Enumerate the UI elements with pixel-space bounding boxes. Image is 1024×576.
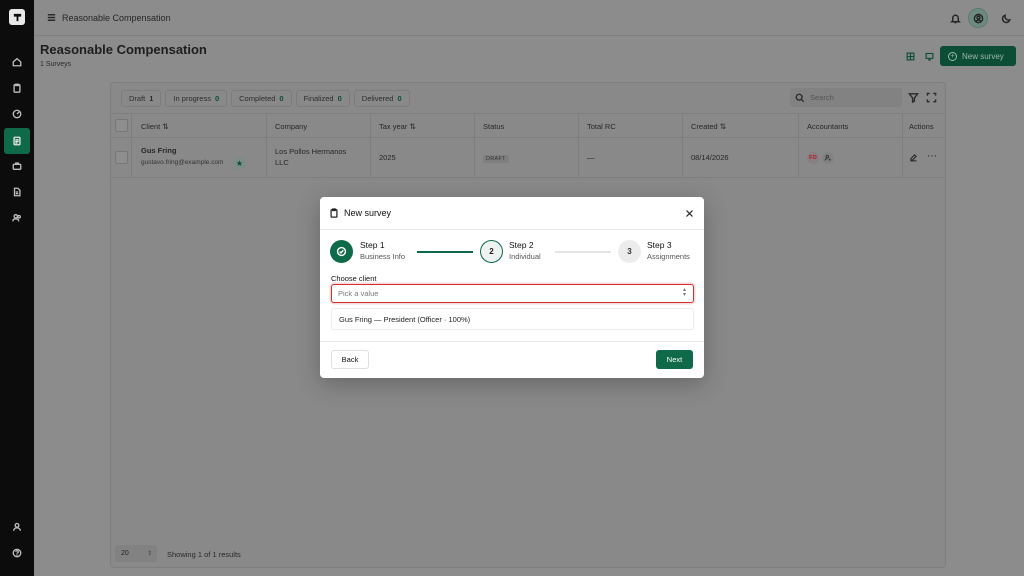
page-size-value: 20 (121, 550, 129, 557)
client-email: gustavo.fring@example.com (141, 159, 224, 166)
bell-icon[interactable] (945, 8, 965, 28)
edit-icon[interactable] (909, 153, 918, 164)
accountant-avatar[interactable]: FO (807, 152, 819, 164)
page-title: Reasonable Compensation (40, 42, 207, 57)
tab-label: Finalized (303, 94, 334, 103)
step-2-title: Step 2 (509, 240, 534, 250)
step-1-subtitle: Business Info (360, 252, 406, 261)
list-view-icon[interactable] (921, 48, 937, 64)
menu-icon[interactable] (46, 12, 57, 23)
client-options-list: Gus Fring — President (Officer · 100%) (331, 308, 694, 330)
table-header: Client ⇅ Company Tax year ⇅ Status Total… (111, 113, 945, 138)
tab-count: 0 (214, 94, 220, 103)
column-header-total-rc: Total RC (587, 122, 616, 131)
tab-count: 0 (337, 94, 342, 103)
step-1-check-icon (330, 240, 353, 263)
dialog-title: New survey (344, 208, 392, 218)
step-1-title: Step 1 (360, 240, 385, 250)
select-all-checkbox[interactable] (115, 119, 128, 132)
status-tabs: Draft 1 In progress 0 Completed 0 Finali… (121, 90, 410, 107)
fullscreen-icon[interactable] (926, 92, 938, 104)
client-option[interactable]: Gus Fring — President (Officer · 100%) (339, 315, 470, 324)
step-3-title: Step 3 (647, 240, 672, 250)
new-survey-button[interactable]: + New survey (940, 46, 1016, 66)
client-name[interactable]: Gus Fring (141, 146, 176, 155)
dark-mode-icon[interactable] (996, 8, 1016, 28)
tab-delivered[interactable]: Delivered 0 (353, 90, 410, 107)
avatar[interactable] (968, 8, 988, 28)
tab-label: Delivered (361, 94, 394, 103)
users-icon[interactable] (8, 209, 26, 227)
profile-icon[interactable] (8, 518, 26, 536)
tab-label: In progress (173, 94, 211, 103)
topbar: Reasonable Compensation (34, 0, 1024, 36)
surveys-icon[interactable] (4, 128, 30, 154)
tax-year: 2025 (379, 153, 396, 162)
document-icon[interactable] (8, 183, 26, 201)
column-header-actions: Actions (909, 122, 934, 131)
briefcase-icon[interactable] (8, 157, 26, 175)
close-icon[interactable] (682, 206, 696, 220)
select-placeholder: Pick a value (338, 289, 379, 298)
filter-icon[interactable] (907, 92, 920, 104)
tab-label: Draft (129, 94, 146, 103)
tab-completed[interactable]: Completed 0 (231, 90, 292, 107)
step-connector (417, 251, 473, 253)
search-placeholder: Search (810, 93, 834, 102)
dialog-header: New survey (320, 197, 704, 230)
new-survey-label: New survey (962, 51, 1004, 61)
results-summary: Showing 1 of 1 results (167, 550, 241, 559)
home-icon[interactable] (8, 53, 26, 71)
step-2-subtitle: Individual (509, 252, 541, 261)
status-badge: DRAFT (483, 155, 509, 163)
survey-count: 1 Surveys (40, 61, 72, 68)
search-input[interactable]: Search (790, 88, 902, 107)
tab-finalized[interactable]: Finalized 0 (295, 90, 350, 107)
client-select[interactable]: Pick a value ▴ ▾ (331, 284, 694, 303)
tab-count: 1 (149, 94, 154, 103)
company-line: LLC (275, 158, 289, 167)
choose-client-label: Choose client (331, 274, 377, 283)
company-line: Los Pollos Hermanos (275, 147, 347, 156)
gauge-icon[interactable] (8, 105, 26, 123)
logo-icon[interactable] (9, 9, 25, 25)
topbar-title: Reasonable Compensation (62, 13, 171, 23)
assign-user-icon[interactable] (822, 152, 834, 164)
more-options-icon[interactable]: ⋯ (927, 151, 937, 162)
new-survey-dialog: New survey Step 1 Business Info 2 Step 2… (320, 197, 704, 378)
tab-count: 0 (397, 94, 402, 103)
clipboard-icon (329, 208, 339, 218)
grid-view-icon[interactable] (902, 48, 918, 64)
step-connector (555, 251, 611, 253)
table-row[interactable]: Gus Fring gustavo.fring@example.com ★ Lo… (111, 138, 945, 178)
created-date: 08/14/2026 (691, 153, 729, 162)
row-checkbox[interactable] (115, 151, 128, 164)
back-button[interactable]: Back (331, 350, 369, 369)
sidebar (0, 0, 34, 576)
column-header-client[interactable]: Client ⇅ (141, 122, 169, 131)
next-button[interactable]: Next (656, 350, 693, 369)
plus-icon: + (948, 51, 957, 61)
total-rc: — (587, 153, 595, 162)
chevron-updown-icon: ⇕ (146, 551, 152, 557)
tab-label: Completed (239, 94, 276, 103)
column-header-status: Status (483, 122, 505, 131)
chevron-updown-icon: ▴ ▾ (682, 287, 686, 298)
column-header-created[interactable]: Created ⇅ (691, 122, 726, 131)
step-2-indicator: 2 (480, 240, 503, 263)
step-3-subtitle: Assignments (647, 252, 690, 261)
column-header-company: Company (275, 122, 308, 131)
clipboard-icon[interactable] (8, 79, 26, 97)
tab-count: 0 (279, 94, 284, 103)
search-icon (795, 93, 805, 102)
tab-in-progress[interactable]: In progress 0 (165, 90, 228, 107)
dialog-divider (320, 341, 704, 342)
column-header-tax-year[interactable]: Tax year ⇅ (379, 122, 416, 131)
column-header-accountants: Accountants (807, 122, 849, 131)
page-size-select[interactable]: 20 ⇕ (115, 545, 157, 562)
step-3-indicator: 3 (618, 240, 641, 263)
tab-draft[interactable]: Draft 1 (121, 90, 162, 107)
star-icon[interactable]: ★ (233, 157, 246, 170)
help-icon[interactable] (8, 544, 26, 562)
